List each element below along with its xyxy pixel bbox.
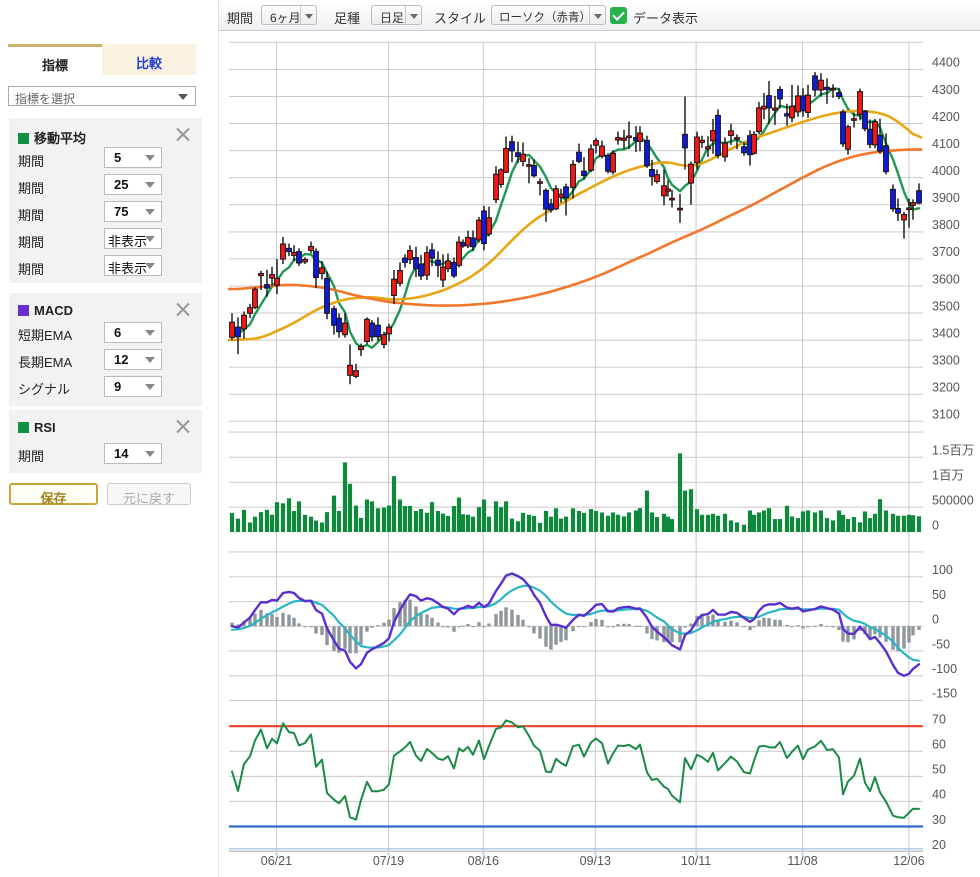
svg-text:-50: -50 xyxy=(932,637,950,651)
svg-text:3800: 3800 xyxy=(932,218,960,232)
svg-text:1.5百万: 1.5百万 xyxy=(932,444,974,458)
svg-text:4100: 4100 xyxy=(932,137,960,151)
svg-text:10/11: 10/11 xyxy=(681,854,711,868)
svg-text:30: 30 xyxy=(932,813,946,827)
svg-text:0: 0 xyxy=(932,518,939,532)
svg-text:100: 100 xyxy=(932,563,953,577)
svg-text:06/21: 06/21 xyxy=(261,854,292,868)
svg-text:3100: 3100 xyxy=(932,408,960,422)
svg-text:-100: -100 xyxy=(932,662,957,676)
svg-text:70: 70 xyxy=(932,713,946,727)
svg-text:1百万: 1百万 xyxy=(932,469,964,483)
svg-text:-150: -150 xyxy=(932,687,957,701)
svg-text:11/08: 11/08 xyxy=(787,854,817,868)
svg-text:3700: 3700 xyxy=(932,245,960,259)
svg-text:0: 0 xyxy=(932,613,939,627)
svg-text:50: 50 xyxy=(932,763,946,777)
svg-text:07/19: 07/19 xyxy=(373,854,404,868)
svg-text:4300: 4300 xyxy=(932,83,960,97)
svg-text:3400: 3400 xyxy=(932,326,960,340)
svg-text:12/06: 12/06 xyxy=(893,854,924,868)
svg-text:40: 40 xyxy=(932,788,946,802)
svg-text:08/16: 08/16 xyxy=(468,854,499,868)
svg-text:50: 50 xyxy=(932,588,946,602)
svg-text:60: 60 xyxy=(932,738,946,752)
svg-text:20: 20 xyxy=(932,838,946,852)
svg-text:3600: 3600 xyxy=(932,272,960,286)
svg-text:500000: 500000 xyxy=(932,493,974,507)
svg-text:3900: 3900 xyxy=(932,191,960,205)
svg-text:4200: 4200 xyxy=(932,110,960,124)
svg-text:09/13: 09/13 xyxy=(580,854,611,868)
svg-text:4000: 4000 xyxy=(932,164,960,178)
svg-text:3500: 3500 xyxy=(932,299,960,313)
svg-text:3200: 3200 xyxy=(932,381,960,395)
svg-text:3300: 3300 xyxy=(932,353,960,367)
svg-text:4400: 4400 xyxy=(932,56,960,70)
